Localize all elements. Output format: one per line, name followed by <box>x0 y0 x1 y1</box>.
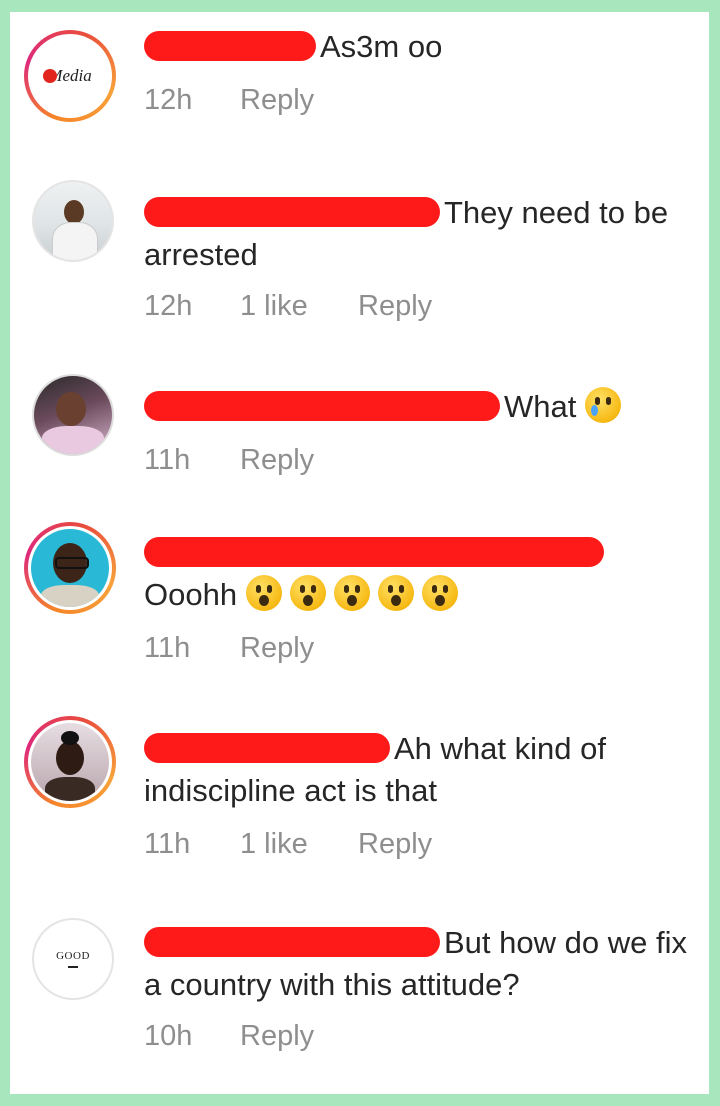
avatar[interactable] <box>24 716 116 808</box>
avatar[interactable] <box>24 522 116 614</box>
comment-time: 11h <box>144 828 191 860</box>
comment-meta: 11h Reply <box>144 444 314 477</box>
reply-button[interactable]: Reply <box>240 84 314 117</box>
good-logo: GOOD <box>56 950 90 962</box>
crying-face-emoji <box>584 387 621 423</box>
astonished-face-emoji <box>333 575 370 611</box>
comment-text: Ah what kind of indiscipline act is that <box>144 731 606 808</box>
astonished-face-emoji <box>421 575 458 611</box>
comment-meta: 12h 1 like Reply <box>144 290 432 323</box>
comments-panel: Media As3m oo 12h Reply They need to be … <box>10 12 709 1094</box>
comment-time: 11h <box>144 444 191 476</box>
redacted-username[interactable] <box>144 537 604 567</box>
comment-text: As3m oo <box>144 26 704 68</box>
like-count[interactable]: 1 like <box>240 828 358 861</box>
comment-time: 10h <box>144 1020 193 1052</box>
avatar-clothing <box>41 585 99 607</box>
comment-text: What <box>144 386 704 428</box>
avatar[interactable] <box>32 374 114 456</box>
avatar[interactable]: Media <box>24 30 116 122</box>
comment-time: 11h <box>144 632 191 664</box>
avatar[interactable]: GOOD <box>32 918 114 1000</box>
comment-text: But how do we fix a country with this at… <box>144 925 687 1002</box>
avatar-figure-body <box>52 222 98 260</box>
comment-meta: 10h Reply <box>144 1020 314 1053</box>
comment-meta: 12h Reply <box>144 84 314 117</box>
astonished-face-emoji <box>377 575 414 611</box>
comment-text: They need to be arrested <box>144 195 669 272</box>
comment-time: 12h <box>144 84 193 116</box>
avatar[interactable] <box>32 180 114 262</box>
redacted-username[interactable] <box>144 197 440 227</box>
good-logo-underline <box>68 966 78 968</box>
reply-button[interactable]: Reply <box>240 444 314 477</box>
astonished-face-emoji <box>289 575 326 611</box>
astonished-face-emoji <box>245 575 282 611</box>
like-count[interactable]: 1 like <box>240 290 358 323</box>
avatar-clothing <box>45 777 95 801</box>
redacted-username[interactable] <box>144 391 500 421</box>
reply-button[interactable]: Reply <box>358 828 432 861</box>
avatar-face <box>56 392 86 426</box>
comment-text: Ooohh <box>144 532 704 616</box>
reply-button[interactable]: Reply <box>240 632 314 665</box>
avatar-hair <box>61 731 79 745</box>
avatar-figure-head <box>64 200 84 224</box>
comment-time: 12h <box>144 290 193 322</box>
reply-button[interactable]: Reply <box>240 1020 314 1053</box>
reply-button[interactable]: Reply <box>358 290 432 323</box>
comment-meta: 11h 1 like Reply <box>144 828 432 861</box>
redacted-username[interactable] <box>144 733 390 763</box>
avatar-glasses <box>55 557 89 569</box>
media-logo-dot <box>43 69 57 83</box>
avatar-face <box>56 741 84 775</box>
comment-meta: 11h Reply <box>144 632 314 665</box>
avatar-clothing <box>42 426 104 454</box>
redacted-username[interactable] <box>144 927 440 957</box>
redacted-username[interactable] <box>144 31 316 61</box>
